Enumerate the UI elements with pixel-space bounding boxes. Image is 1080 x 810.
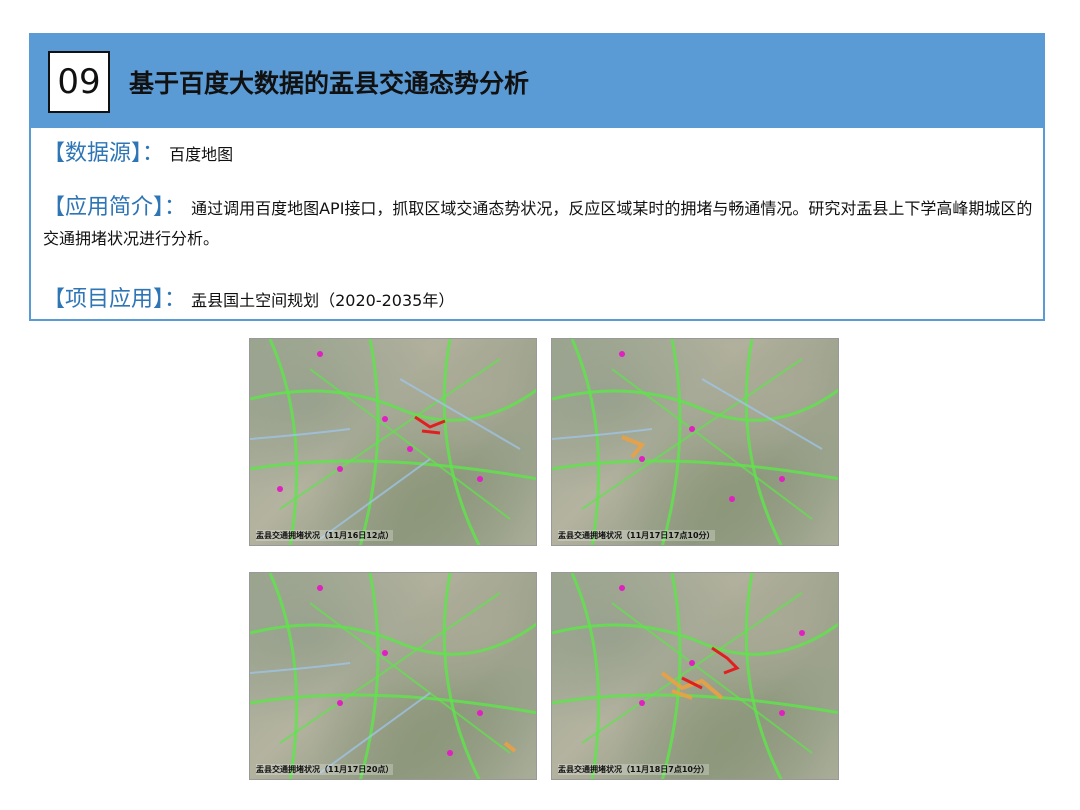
section-header: 09 基于百度大数据的盂县交通态势分析 <box>31 35 1043 128</box>
traffic-map-4: 盂县交通拥堵状况（11月18日7点10分） <box>551 572 839 780</box>
traffic-map-1: 盂县交通拥堵状况（11月16日12点） <box>249 338 537 546</box>
traffic-map-1-caption: 盂县交通拥堵状况（11月16日12点） <box>256 530 394 541</box>
traffic-map-3-caption: 盂县交通拥堵状况（11月17日20点） <box>256 764 394 775</box>
traffic-map-4-roads <box>552 573 838 779</box>
traffic-map-4-caption: 盂县交通拥堵状况（11月18日7点10分） <box>558 764 709 775</box>
project-row: 【项目应用】： 盂县国土空间规划（2020-2035年） <box>43 285 454 316</box>
traffic-map-3: 盂县交通拥堵状况（11月17日20点） <box>249 572 537 780</box>
traffic-map-2: 盂县交通拥堵状况（11月17日17点10分） <box>551 338 839 546</box>
traffic-map-3-roads <box>250 573 536 779</box>
traffic-map-2-roads <box>552 339 838 545</box>
traffic-map-1-roads <box>250 339 536 545</box>
data-source-value: 百度地图 <box>169 145 234 164</box>
intro-row: 【应用简介】： 通过调用百度地图API接口，抓取区域交通态势状况，反应区域某时的… <box>43 193 1033 254</box>
traffic-map-2-caption: 盂县交通拥堵状况（11月17日17点10分） <box>558 530 715 541</box>
section-title: 基于百度大数据的盂县交通态势分析 <box>129 69 530 98</box>
data-source-row: 【数据源】： 百度地图 <box>43 139 233 170</box>
intro-label: 【应用简介】： <box>43 195 187 220</box>
info-panel: 09 基于百度大数据的盂县交通态势分析 【数据源】： 百度地图 【应用简介】： … <box>29 33 1045 321</box>
data-source-label: 【数据源】： <box>43 141 165 166</box>
section-number: 09 <box>48 51 110 113</box>
project-value: 盂县国土空间规划（2020-2035年） <box>191 291 455 310</box>
intro-value: 通过调用百度地图API接口，抓取区域交通态势状况，反应区域某时的拥堵与畅通情况。… <box>43 199 1033 248</box>
project-label: 【项目应用】： <box>43 287 187 312</box>
